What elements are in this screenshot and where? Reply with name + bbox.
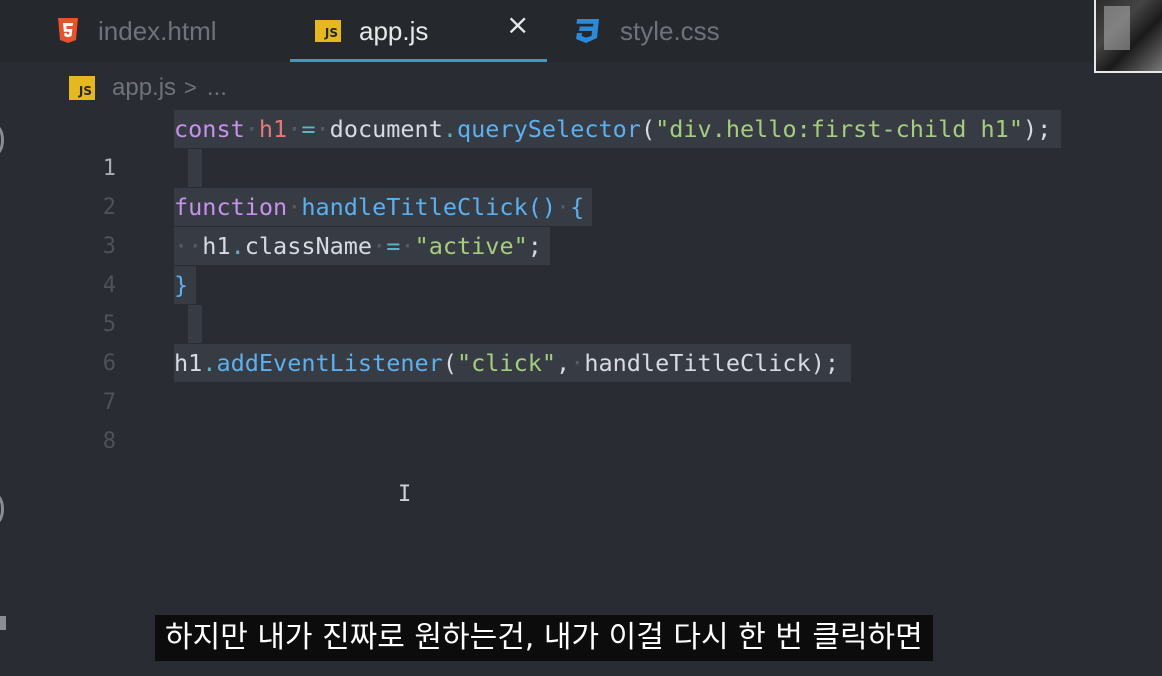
string: "div.hello:first-child h1" [655, 115, 1023, 143]
scroll-indicator-icon [0, 616, 6, 630]
active-tab-indicator [290, 59, 547, 62]
breadcrumb-more[interactable]: ... [207, 74, 227, 102]
keyword: function [174, 193, 288, 221]
js-icon: JS [69, 76, 95, 100]
code-line: 3 function·handleTitleClick()·{ [0, 188, 1162, 259]
string: "active" [414, 232, 528, 260]
css3-icon [576, 19, 599, 43]
keyword: const [174, 115, 245, 143]
chevron-right-icon: > [184, 75, 197, 100]
string: "click" [456, 349, 557, 377]
breadcrumb-file[interactable]: app.js [112, 74, 176, 102]
tab-label: style.css [620, 15, 720, 46]
tab-bar: index.html JS app.js × style.css [0, 0, 1162, 62]
function-name: addEventListener [216, 349, 443, 377]
identifier: document [329, 115, 443, 143]
tab-label: app.js [359, 15, 429, 46]
code-line: 1 const·h1·=·document.querySelector("div… [0, 110, 1162, 181]
code-line: 2 [0, 149, 1162, 220]
tab-style-css[interactable]: style.css [574, 0, 720, 62]
operator: = [301, 115, 316, 143]
code-line: 6 [0, 305, 1162, 376]
line-number: 8 [102, 429, 116, 454]
webcam-overlay [1094, 0, 1162, 73]
breadcrumb: JS app.js > ... [69, 74, 227, 102]
function-name: handleTitleClick [301, 193, 528, 221]
variable: h1 [258, 115, 288, 143]
html5-icon [58, 18, 78, 43]
property: className [244, 232, 373, 260]
js-icon: JS [315, 20, 341, 42]
code-line: 8 [0, 383, 1162, 454]
tab-label: index.html [98, 15, 217, 46]
text-cursor-icon: I [398, 482, 412, 507]
code-line: 7 h1.addEventListener("click",·handleTit… [0, 344, 1162, 415]
tab-index-html[interactable]: index.html [57, 0, 217, 62]
video-subtitle: 하지만 내가 진짜로 원하는건, 내가 이걸 다시 한 번 클릭하면 [155, 615, 933, 661]
tab-app-js[interactable]: JS app.js [315, 0, 428, 62]
code-line: 5 } [0, 266, 1162, 337]
function-name: querySelector [457, 115, 641, 143]
close-icon[interactable]: × [506, 11, 529, 39]
code-line: 4 ··h1.className·=·"active"; [0, 227, 1162, 298]
